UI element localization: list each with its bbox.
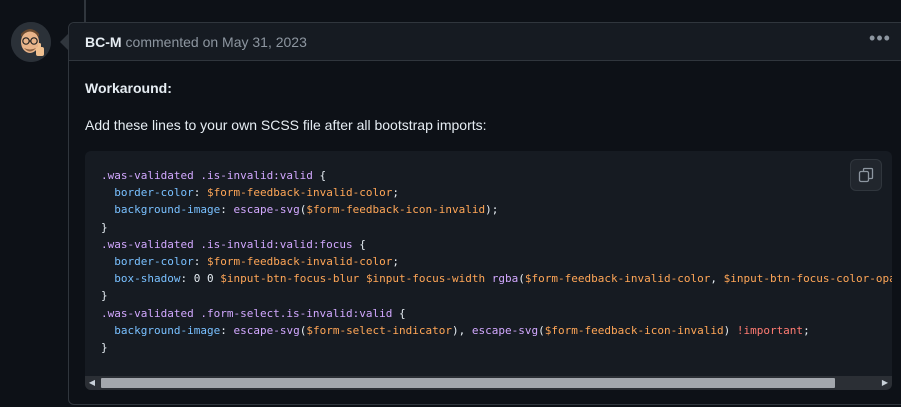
code-token: ); bbox=[485, 203, 499, 217]
code-token: : 0 0 bbox=[180, 272, 221, 286]
code-token: escape-svg bbox=[233, 203, 300, 217]
code-token: escape-svg bbox=[471, 323, 539, 337]
code-line: .was-validated .is-invalid:valid { bbox=[101, 167, 892, 184]
comment-header: BC-M commented on May 31, 2023 ••• bbox=[69, 23, 901, 61]
code-token: $input-btn-focus-color-opac bbox=[723, 272, 892, 286]
code-token: $form-feedback-icon-invalid bbox=[544, 323, 724, 337]
code-token: } bbox=[101, 289, 108, 303]
code-line: } bbox=[101, 287, 892, 304]
comment-author[interactable]: BC-M bbox=[85, 34, 122, 50]
code-token: .was-validated .form-select.is-invalid:v… bbox=[101, 306, 393, 320]
memoji-avatar-icon bbox=[11, 22, 51, 62]
comment-heading: Workaround: bbox=[85, 80, 172, 96]
code-token: : bbox=[193, 186, 207, 200]
code-token: $form-feedback-icon-invalid bbox=[306, 203, 486, 217]
code-token: { bbox=[352, 237, 366, 251]
code-token: { bbox=[312, 169, 327, 182]
code-token: $form-feedback-invalid-color bbox=[524, 272, 711, 286]
code-content: .was-validated .is-invalid:valid { borde… bbox=[101, 167, 892, 356]
code-token: $form-select-indicator bbox=[306, 323, 453, 337]
code-token: , bbox=[710, 272, 724, 286]
code-token: $form-feedback-invalid-color bbox=[206, 255, 393, 269]
code-token: : bbox=[220, 203, 234, 217]
kebab-horizontal-icon: ••• bbox=[869, 28, 891, 48]
code-token: background-image bbox=[114, 323, 221, 337]
code-token: .was-validated .is-invalid:valid:focus bbox=[101, 237, 353, 251]
code-token: ; bbox=[392, 255, 400, 269]
code-token: escape-svg bbox=[233, 323, 300, 337]
code-line: box-shadow: 0 0 $input-btn-focus-blur $i… bbox=[101, 270, 892, 287]
code-token: } bbox=[101, 220, 108, 234]
comment-pointer bbox=[60, 34, 68, 50]
code-token: ; bbox=[803, 323, 810, 337]
code-token: : bbox=[220, 323, 234, 337]
copy-icon bbox=[858, 167, 874, 183]
scrollbar-thumb[interactable] bbox=[101, 378, 835, 388]
code-token: { bbox=[392, 306, 406, 320]
comment-instruction: Add these lines to your own SCSS file af… bbox=[85, 117, 487, 133]
horizontal-scrollbar[interactable]: ◀ ▶ bbox=[85, 376, 892, 390]
code-token: background-image bbox=[114, 203, 221, 217]
code-line: border-color: $form-feedback-invalid-col… bbox=[101, 184, 892, 201]
code-token: ), bbox=[452, 323, 472, 337]
code-line: .was-validated .form-select.is-invalid:v… bbox=[101, 305, 892, 322]
comment-card: BC-M commented on May 31, 2023 ••• Worka… bbox=[68, 22, 901, 405]
code-token: rgba bbox=[491, 272, 519, 286]
code-token: border-color bbox=[114, 255, 194, 269]
scroll-left-arrow-icon[interactable]: ◀ bbox=[85, 376, 99, 390]
code-line: background-image: escape-svg($form-feedb… bbox=[101, 201, 892, 218]
code-token: border-color bbox=[114, 186, 194, 200]
code-line: } bbox=[101, 339, 892, 356]
code-token: ; bbox=[392, 186, 400, 200]
timeline-line bbox=[84, 0, 86, 22]
code-token: $input-btn-focus-blur bbox=[220, 272, 360, 286]
code-token: !important bbox=[736, 323, 804, 337]
code-token: ) bbox=[723, 323, 737, 337]
code-line: border-color: $form-feedback-invalid-col… bbox=[101, 253, 892, 270]
copy-button[interactable] bbox=[850, 159, 882, 191]
code-token: } bbox=[101, 341, 108, 355]
code-line: background-image: escape-svg($form-selec… bbox=[101, 322, 892, 339]
comment-timestamp[interactable]: commented on May 31, 2023 bbox=[126, 34, 307, 50]
code-token: $form-feedback-invalid-color bbox=[206, 186, 393, 200]
code-token: .was-validated .is-invalid:valid bbox=[101, 169, 313, 182]
code-token: box-shadow bbox=[114, 272, 181, 286]
code-line: } bbox=[101, 219, 892, 236]
scroll-right-arrow-icon[interactable]: ▶ bbox=[878, 376, 892, 390]
code-token: ( bbox=[518, 272, 525, 286]
code-token: ( bbox=[538, 323, 545, 337]
code-token: $input-focus-width bbox=[365, 272, 486, 286]
more-options-button[interactable]: ••• bbox=[869, 28, 891, 51]
code-block: .was-validated .is-invalid:valid { borde… bbox=[85, 151, 892, 390]
avatar[interactable] bbox=[11, 22, 51, 62]
code-token: : bbox=[193, 255, 207, 269]
code-line: .was-validated .is-invalid:valid:focus { bbox=[101, 236, 892, 253]
